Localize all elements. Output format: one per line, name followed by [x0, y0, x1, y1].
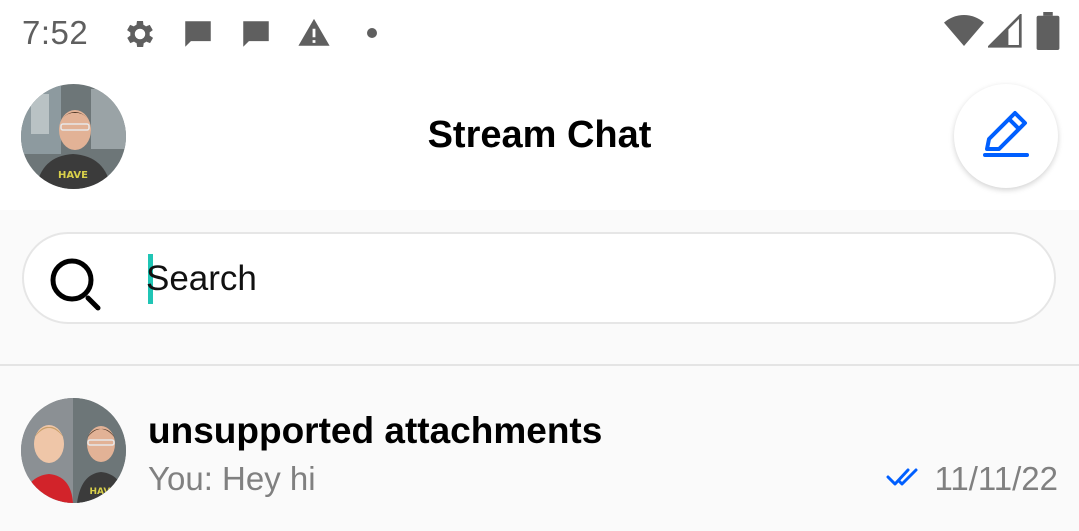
search-icon: [48, 256, 104, 317]
gear-icon: [122, 16, 158, 57]
search-bar[interactable]: [22, 232, 1056, 324]
dot-icon: [366, 26, 378, 44]
compose-button[interactable]: [954, 84, 1058, 188]
battery-icon: [1036, 12, 1060, 55]
status-bar: 7:52: [0, 0, 1079, 66]
page-title: Stream Chat: [427, 114, 652, 156]
warning-icon: [296, 16, 332, 55]
last-message-preview: You: Hey hi: [148, 460, 316, 497]
message-icon: [180, 17, 216, 56]
svg-text:HAVE: HAVE: [58, 170, 88, 181]
message-icon: [238, 17, 274, 56]
double-check-icon: [886, 466, 922, 493]
channel-list-item[interactable]: HAVE unsupported attachments You: Hey hi…: [0, 366, 1079, 531]
svg-text:HAVE: HAVE: [90, 487, 117, 497]
channel-list-screen: 7:52 HAVE Stream Chat Search HAVE unsupp…: [0, 0, 1079, 531]
wifi-icon: [944, 14, 984, 53]
pencil-icon: [981, 109, 1031, 164]
channel-name: unsupported attachments: [148, 410, 603, 451]
signal-icon: [986, 12, 1022, 53]
app-header: HAVE Stream Chat: [0, 66, 1079, 210]
channel-avatar: HAVE: [21, 398, 126, 503]
message-date: 11/11/22: [934, 460, 1058, 497]
search-area: [0, 210, 1079, 366]
message-meta: 11/11/22: [886, 460, 1058, 498]
status-time: 7:52: [22, 14, 89, 51]
search-input[interactable]: [146, 256, 946, 302]
